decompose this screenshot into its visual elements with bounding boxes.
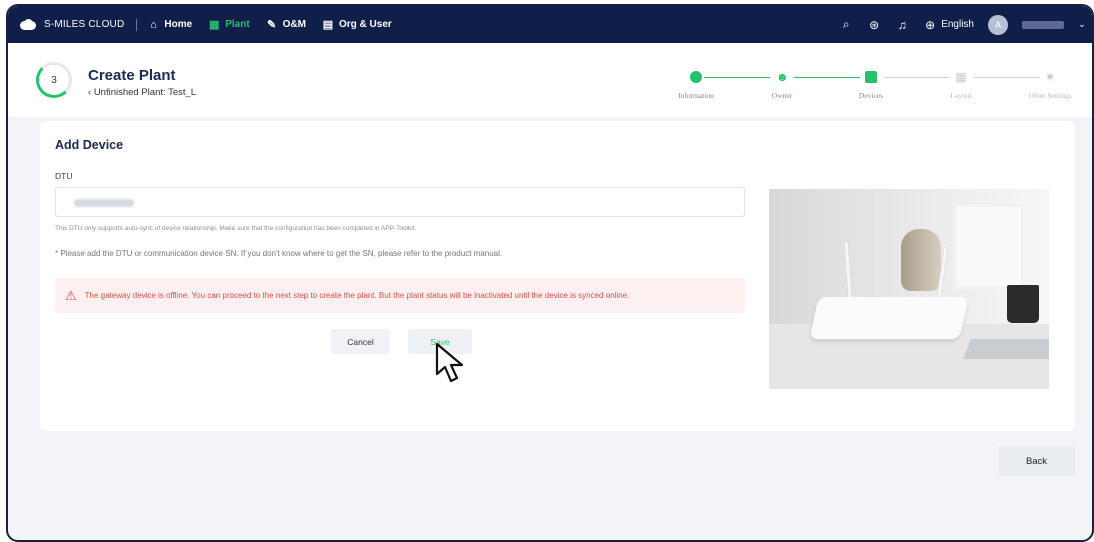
user-name[interactable]: [1022, 20, 1064, 29]
offline-alert: ⚠ The gateway device is offline. You can…: [55, 278, 745, 313]
section-title: Add Device: [55, 138, 124, 152]
photo-mug: [1007, 285, 1039, 323]
nav-item-home[interactable]: ⌂ Home: [147, 19, 192, 31]
step-label: Layout: [950, 91, 972, 100]
avatar[interactable]: A: [988, 14, 1008, 35]
device-photo: [769, 189, 1049, 389]
steps-bar: Information ☻ Owner Devices ▦ Layout ✷ O…: [658, 71, 1092, 111]
step-layout[interactable]: ▦ Layout: [926, 71, 996, 100]
grid-icon: ▦: [955, 70, 967, 84]
info-icon: [690, 71, 702, 83]
document-icon: ▤: [322, 19, 334, 31]
step-devices[interactable]: Devices: [836, 71, 906, 100]
globe-icon: ⊕: [925, 17, 936, 32]
step-owner[interactable]: ☻ Owner: [747, 71, 817, 100]
top-navbar: S-MILES CLOUD ⌂ Home ▦ Plant ✎ O&M ▤ Org…: [8, 6, 1092, 43]
page-title: Create Plant: [88, 67, 176, 84]
sync-hint: This DTU only supports auto-sync of devi…: [55, 225, 417, 232]
brand-logo[interactable]: S-MILES CLOUD: [18, 18, 125, 31]
photo-frame: [954, 204, 1024, 289]
language-label: English: [941, 19, 974, 30]
gear-icon: ✷: [1044, 70, 1056, 84]
mouse-pointer-icon: [435, 342, 464, 383]
page-header: 3 Create Plant ‹ Unfinished Plant: Test_…: [8, 43, 1092, 117]
step-label: Owner: [771, 91, 793, 100]
back-button[interactable]: Back: [998, 446, 1075, 476]
nav-item-label: Org & User: [339, 19, 392, 30]
home-icon: ⌂: [150, 18, 157, 31]
nav-item-label: Plant: [225, 19, 250, 30]
dtu-value-redacted: [74, 199, 134, 207]
step-other-settings[interactable]: ✷ Other Settings: [1015, 71, 1085, 100]
photo-laptop: [963, 339, 1049, 359]
photo-vase: [901, 229, 941, 291]
step-label: Devices: [858, 91, 884, 100]
add-device-card: Add Device DTU This DTU only supports au…: [40, 121, 1075, 431]
alert-text: The gateway device is offline. You can p…: [84, 291, 630, 300]
search-icon[interactable]: ⌕: [839, 17, 853, 32]
chevron-down-icon[interactable]: ⌄: [1078, 19, 1086, 30]
bell-icon[interactable]: ♫: [895, 18, 909, 32]
cloud-icon: [18, 18, 38, 31]
brand-name: S-MILES CLOUD: [44, 19, 125, 30]
device-icon: [865, 71, 877, 83]
warning-icon: ⚠: [65, 288, 77, 303]
step-information[interactable]: Information: [661, 71, 731, 100]
sn-hint: * Please add the DTU or communication de…: [55, 249, 503, 258]
nav-item-org-user[interactable]: ▤ Org & User: [322, 18, 392, 31]
breadcrumb[interactable]: ‹ Unfinished Plant: Test_L: [88, 87, 196, 98]
plant-icon: ▦: [209, 19, 220, 31]
language-selector[interactable]: ⊕ English: [923, 18, 974, 32]
app-window: S-MILES CLOUD ⌂ Home ▦ Plant ✎ O&M ▤ Org…: [6, 4, 1094, 542]
nav-item-plant[interactable]: ▦ Plant: [208, 18, 250, 31]
step-label: Other Settings: [1028, 91, 1072, 100]
support-icon[interactable]: ⊛: [867, 18, 881, 32]
nav-divider: [136, 18, 138, 31]
main-nav: ⌂ Home ▦ Plant ✎ O&M ▤ Org & User: [147, 18, 392, 32]
cancel-button[interactable]: Cancel: [331, 329, 390, 354]
nav-item-label: Home: [164, 19, 193, 30]
dtu-input[interactable]: [55, 187, 745, 217]
avatar-initial: A: [994, 19, 1001, 30]
dtu-field-label: DTU: [55, 171, 73, 181]
breadcrumb-label: Unfinished Plant: Test_L: [93, 87, 197, 98]
router-body: [809, 297, 969, 339]
user-icon: ☻: [776, 70, 789, 84]
nav-item-label: O&M: [282, 19, 306, 30]
nav-item-om[interactable]: ✎ O&M: [266, 18, 306, 31]
step-label: Information: [678, 91, 714, 100]
wrench-icon: ✎: [267, 19, 277, 31]
step-progress-circle: 3: [36, 62, 72, 98]
topbar-right: ⌕ ⊛ ♫ ⊕ English A ⌄: [839, 6, 1086, 43]
step-number: 3: [51, 74, 57, 86]
